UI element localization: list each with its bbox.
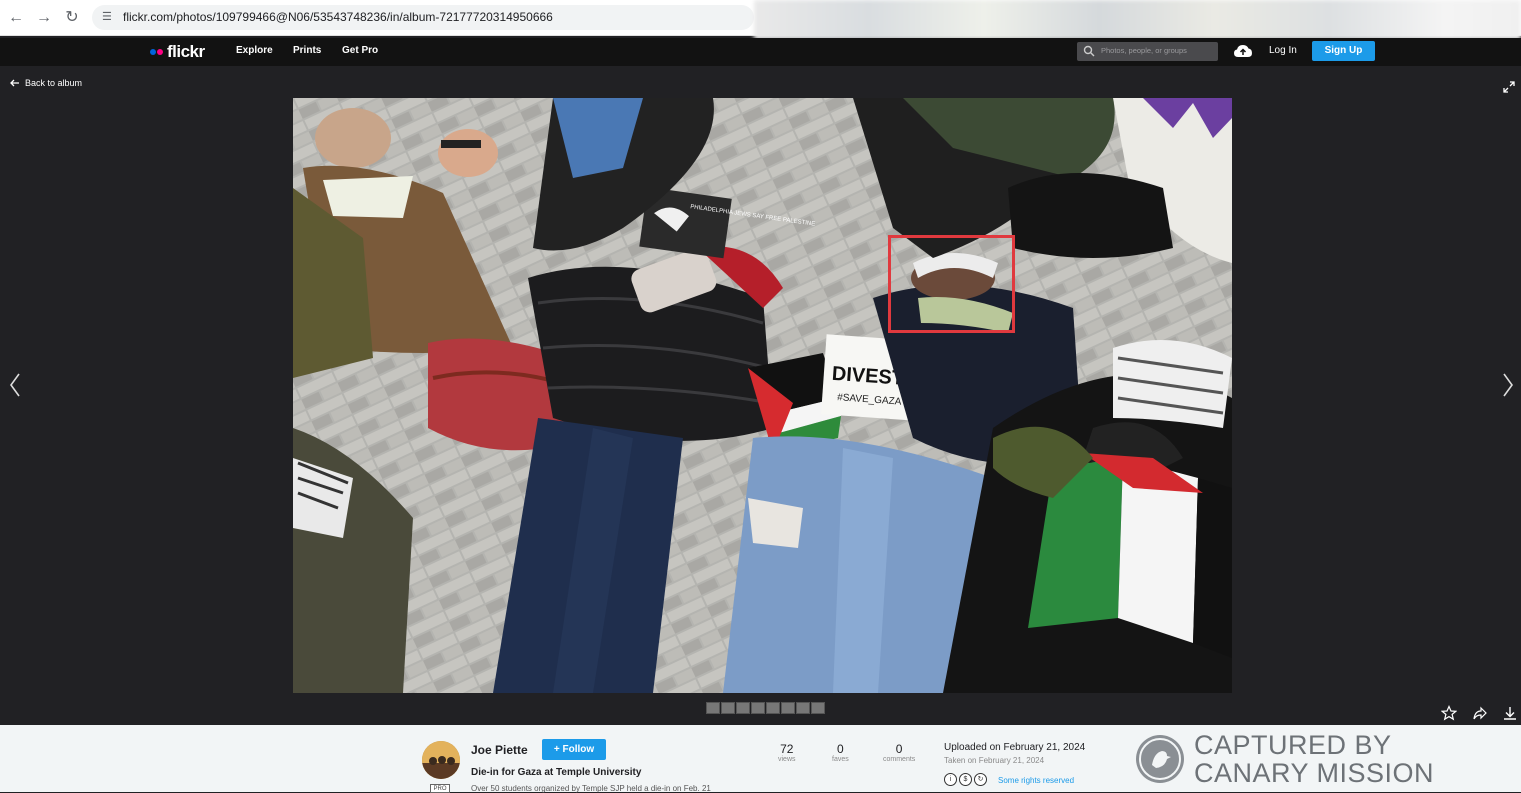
comments-stat: 0 comments	[883, 742, 915, 763]
back-to-album-link[interactable]: Back to album	[10, 78, 82, 88]
fullscreen-icon[interactable]	[1502, 80, 1516, 94]
photo-title: Die-in for Gaza at Temple University	[471, 767, 642, 778]
thumbnail[interactable]	[721, 702, 735, 714]
taken-date: Taken on February 21, 2024	[944, 756, 1045, 765]
share-icon[interactable]	[1472, 705, 1488, 721]
next-photo-icon[interactable]	[1500, 372, 1516, 398]
site-settings-icon[interactable]: ☰	[102, 10, 116, 24]
photo-info-panel: PRO Joe Piette + Follow Die-in for Gaza …	[0, 725, 1521, 793]
cc-sharealike-icon: ↻	[974, 773, 987, 786]
browser-toolbar: ← → ↻ ☰ flickr.com/photos/109799466@N06/…	[0, 0, 1521, 40]
watermark-text: CAPTURED BY CANARY MISSION	[1194, 731, 1434, 787]
previous-photo-icon[interactable]	[7, 372, 23, 398]
star-fave-icon[interactable]	[1441, 705, 1457, 721]
login-link[interactable]: Log In	[1269, 45, 1297, 56]
photo-viewer: Back to album DIVEST #SAVE_GAZA PHILADEL…	[0, 66, 1521, 725]
address-bar[interactable]: ☰ flickr.com/photos/109799466@N06/535437…	[92, 5, 754, 30]
site-header: flickr Explore Prints Get Pro Photos, pe…	[0, 38, 1521, 66]
canary-logo-icon	[1136, 735, 1184, 783]
faves-label: faves	[832, 756, 849, 763]
canary-bird-icon	[1139, 738, 1181, 780]
cc-attribution-icon: i	[944, 773, 957, 786]
back-arrow-icon[interactable]: ←	[6, 8, 26, 28]
upload-cloud-icon[interactable]	[1233, 43, 1253, 59]
reload-icon[interactable]: ↻	[62, 8, 82, 28]
flickr-logo[interactable]: flickr	[150, 42, 205, 62]
forward-arrow-icon[interactable]: →	[34, 8, 54, 28]
thumbnail[interactable]	[766, 702, 780, 714]
author-name[interactable]: Joe Piette	[471, 743, 528, 757]
nav-get-pro[interactable]: Get Pro	[342, 45, 378, 56]
thumbnail[interactable]	[796, 702, 810, 714]
views-count: 72	[780, 742, 794, 756]
thumbnail[interactable]	[736, 702, 750, 714]
rights-link[interactable]: Some rights reserved	[998, 776, 1074, 785]
avatar-image	[422, 741, 460, 779]
thumbnail[interactable]	[781, 702, 795, 714]
search-input[interactable]: Photos, people, or groups	[1077, 42, 1218, 61]
faves-stat: 0 faves	[832, 742, 849, 763]
views-label: views	[778, 756, 796, 763]
back-to-album-label: Back to album	[25, 78, 83, 88]
thumbnail[interactable]	[706, 702, 720, 714]
logo-text: flickr	[167, 42, 205, 61]
watermark-line-1: CAPTURED BY	[1194, 730, 1392, 760]
logo-blue-dot-icon	[150, 49, 156, 55]
download-icon[interactable]	[1502, 705, 1518, 721]
back-arrow-icon	[10, 79, 19, 87]
url-text: flickr.com/photos/109799466@N06/53543748…	[123, 10, 553, 24]
main-photo[interactable]: DIVEST NOW !! #SAVE_GAZA PHILADELPHIA JE…	[293, 98, 1232, 693]
avatar[interactable]	[422, 741, 460, 779]
blurred-region	[754, 0, 1521, 40]
thumbnail[interactable]	[751, 702, 765, 714]
watermark-line-2: CANARY MISSION	[1194, 758, 1435, 788]
nav-explore[interactable]: Explore	[236, 45, 273, 56]
uploaded-date: Uploaded on February 21, 2024	[944, 742, 1086, 753]
thumbnail[interactable]	[811, 702, 825, 714]
comments-label: comments	[883, 756, 916, 763]
follow-button[interactable]: + Follow	[542, 739, 606, 760]
search-icon	[1083, 45, 1095, 57]
cc-noncommercial-icon: $	[959, 773, 972, 786]
views-stat: 72 views	[778, 742, 796, 763]
nav-prints[interactable]: Prints	[293, 45, 321, 56]
photo-thumbnail-strip	[706, 702, 825, 714]
photo-image: DIVEST NOW !! #SAVE_GAZA PHILADELPHIA JE…	[293, 98, 1232, 693]
search-placeholder: Photos, people, or groups	[1101, 46, 1187, 55]
comments-count: 0	[895, 742, 903, 756]
highlight-box	[888, 235, 1015, 333]
logo-pink-dot-icon	[157, 49, 163, 55]
watermark: CAPTURED BY CANARY MISSION	[1136, 731, 1434, 787]
license-icons: i $ ↻	[944, 773, 987, 786]
faves-count: 0	[837, 742, 844, 756]
signup-button[interactable]: Sign Up	[1312, 41, 1375, 61]
